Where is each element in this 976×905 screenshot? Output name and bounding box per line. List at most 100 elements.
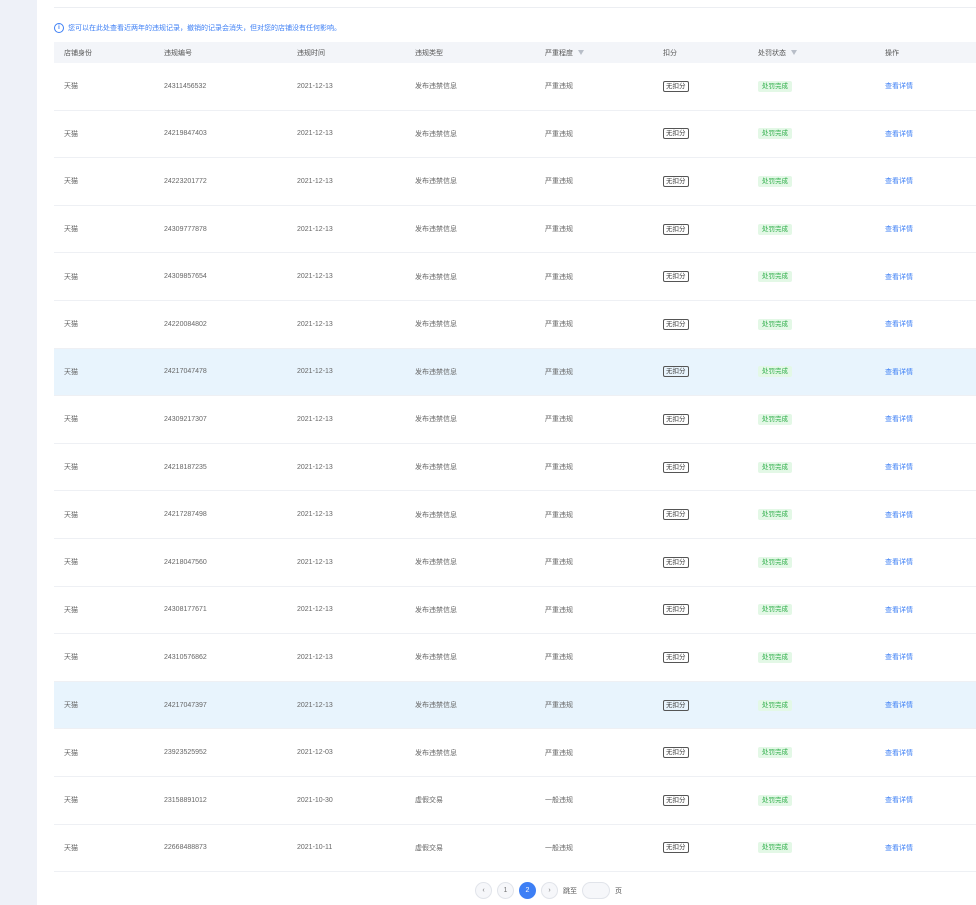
notice-text: 您可以在此处查看近两年的违规记录，撤销的记录会消失，但对您的店铺没有任何影响。 (68, 25, 341, 32)
header-level[interactable]: 严重程度 (545, 42, 663, 63)
next-page-button[interactable]: › (541, 882, 558, 899)
page-button-2[interactable]: 2 (519, 882, 536, 899)
status-badge: 处罚完成 (758, 556, 792, 568)
cell-time: 2021-10-11 (297, 844, 333, 852)
cell-type: 发布违禁信息 (415, 464, 457, 472)
cell-shop: 天猫 (64, 321, 78, 329)
view-detail-link[interactable]: 查看详情 (885, 176, 913, 186)
cell-shop: 天猫 (64, 511, 78, 519)
main-panel: i 您可以在此处查看近两年的违规记录，撤销的记录会消失，但对您的店铺没有任何影响… (37, 0, 976, 905)
cell-type: 发布违禁信息 (415, 749, 457, 757)
filter-icon[interactable] (578, 50, 584, 55)
status-badge: 处罚完成 (758, 842, 792, 854)
cell-deduct: 无扣分 (663, 825, 758, 872)
view-detail-link[interactable]: 查看详情 (885, 462, 913, 472)
cell-level: 一般违规 (545, 844, 573, 852)
cell-operation: 查看详情 (885, 777, 976, 824)
view-detail-link[interactable]: 查看详情 (885, 605, 913, 615)
cell-deduct: 无扣分 (663, 682, 758, 729)
cell-shop: 天猫 (64, 83, 78, 91)
deduct-tag: 无扣分 (663, 699, 689, 711)
deduct-tag: 无扣分 (663, 175, 689, 187)
cell-level: 严重违规 (545, 511, 573, 519)
view-detail-link[interactable]: 查看详情 (885, 748, 913, 758)
table-row: 天猫 23923525952 2021-12-03 发布违禁信息 严重违规 无扣分 处罚完成… (54, 729, 976, 777)
goto-page-input[interactable] (582, 882, 610, 899)
deduct-tag: 无扣分 (663, 509, 689, 521)
cell-type: 发布违禁信息 (415, 130, 457, 138)
view-detail-link[interactable]: 查看详情 (885, 367, 913, 377)
cell-deduct: 无扣分 (663, 634, 758, 681)
cell-operation: 查看详情 (885, 253, 976, 300)
filter-icon[interactable] (791, 50, 797, 55)
cell-time: 2021-10-30 (297, 796, 333, 804)
cell-status: 处罚完成 (758, 634, 885, 681)
cell-level: 严重违规 (545, 368, 573, 376)
table-row: 天猫 24309857654 2021-12-13 发布违禁信息 严重违规 无扣分 处罚完成… (54, 253, 976, 301)
status-badge: 处罚完成 (758, 509, 792, 521)
view-detail-link[interactable]: 查看详情 (885, 557, 913, 567)
table-row: 天猫 24218047560 2021-12-13 发布违禁信息 严重违规 无扣分 处罚完成… (54, 539, 976, 587)
cell-shop: 天猫 (64, 654, 78, 662)
cell-shop: 天猫 (64, 226, 78, 234)
page-button-1[interactable]: 1 (497, 882, 514, 899)
cell-status: 处罚完成 (758, 396, 885, 443)
cell-violation-id: 24217047478 (164, 368, 207, 376)
header-status[interactable]: 处罚状态 (758, 42, 885, 63)
cell-operation: 查看详情 (885, 539, 976, 586)
cell-deduct: 无扣分 (663, 539, 758, 586)
deduct-tag: 无扣分 (663, 604, 689, 616)
view-detail-link[interactable]: 查看详情 (885, 843, 913, 853)
cell-violation-id: 24311456532 (164, 82, 207, 90)
cell-status: 处罚完成 (758, 777, 885, 824)
cell-level: 严重违规 (545, 273, 573, 281)
cell-level: 严重违规 (545, 559, 573, 567)
cell-type: 虚假交易 (415, 844, 443, 852)
prev-page-button[interactable]: ‹ (475, 882, 492, 899)
cell-shop: 天猫 (64, 749, 78, 757)
pagination: ‹ 1 2 › 跳至 页 (475, 882, 622, 899)
view-detail-link[interactable]: 查看详情 (885, 272, 913, 282)
cell-deduct: 无扣分 (663, 301, 758, 348)
table-row: 天猫 23158891012 2021-10-30 虚假交易 一般违规 无扣分 处罚完成 查看… (54, 777, 976, 825)
cell-violation-id: 24308177671 (164, 606, 207, 614)
view-detail-link[interactable]: 查看详情 (885, 700, 913, 710)
cell-deduct: 无扣分 (663, 729, 758, 776)
cell-shop: 天猫 (64, 464, 78, 472)
header-id: 违规编号 (164, 49, 192, 57)
cell-time: 2021-12-13 (297, 130, 333, 138)
cell-level: 严重违规 (545, 130, 573, 138)
view-detail-link[interactable]: 查看详情 (885, 319, 913, 329)
cell-type: 发布违禁信息 (415, 416, 457, 424)
cell-violation-id: 24218187235 (164, 463, 207, 471)
view-detail-link[interactable]: 查看详情 (885, 795, 913, 805)
cell-shop: 天猫 (64, 559, 78, 567)
cell-level: 严重违规 (545, 226, 573, 234)
cell-type: 发布违禁信息 (415, 559, 457, 567)
cell-time: 2021-12-13 (297, 701, 333, 709)
view-detail-link[interactable]: 查看详情 (885, 129, 913, 139)
cell-operation: 查看详情 (885, 301, 976, 348)
view-detail-link[interactable]: 查看详情 (885, 224, 913, 234)
status-badge: 处罚完成 (758, 271, 792, 283)
view-detail-link[interactable]: 查看详情 (885, 652, 913, 662)
view-detail-link[interactable]: 查看详情 (885, 510, 913, 520)
cell-operation: 查看详情 (885, 63, 976, 110)
table-body: 天猫 24311456532 2021-12-13 发布违禁信息 严重违规 无扣分 处罚完成… (54, 63, 976, 873)
cell-level: 严重违规 (545, 749, 573, 757)
info-icon: i (54, 23, 64, 33)
table-row: 天猫 24309217307 2021-12-13 发布违禁信息 严重违规 无扣分 处罚完成… (54, 396, 976, 444)
cell-deduct: 无扣分 (663, 777, 758, 824)
deduct-tag: 无扣分 (663, 651, 689, 663)
cell-shop: 天猫 (64, 273, 78, 281)
deduct-tag: 无扣分 (663, 842, 689, 854)
view-detail-link[interactable]: 查看详情 (885, 414, 913, 424)
cell-time: 2021-12-13 (297, 511, 333, 519)
cell-status: 处罚完成 (758, 206, 885, 253)
cell-shop: 天猫 (64, 416, 78, 424)
cell-violation-id: 23158891012 (164, 796, 207, 804)
cell-shop: 天猫 (64, 797, 78, 805)
status-badge: 处罚完成 (758, 318, 792, 330)
sidebar (0, 0, 37, 905)
view-detail-link[interactable]: 查看详情 (885, 81, 913, 91)
